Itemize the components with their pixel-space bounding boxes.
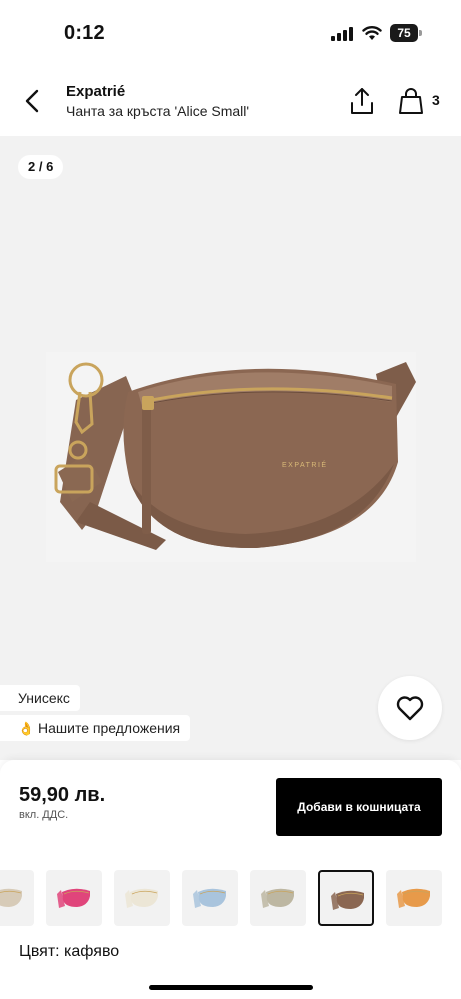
bag-thumbnail-icon	[0, 888, 22, 907]
price: 59,90 лв.	[19, 784, 106, 806]
bag-thumbnail-icon	[261, 888, 294, 908]
heart-icon	[396, 696, 424, 721]
color-swatch[interactable]	[386, 870, 442, 926]
bag-thumbnail-icon	[125, 888, 158, 908]
wishlist-button[interactable]	[378, 676, 442, 740]
battery-indicator: 75	[390, 24, 422, 42]
signal-icon	[331, 27, 353, 41]
offers-tag[interactable]: 👌 Нашите предложения	[0, 715, 191, 741]
vat-note: вкл. ДДС.	[19, 809, 69, 821]
color-swatch[interactable]	[250, 870, 306, 926]
cart-count-badge[interactable]: 3	[432, 92, 440, 108]
brand-name[interactable]: Expatrié	[66, 83, 125, 100]
color-swatch[interactable]	[182, 870, 238, 926]
product-name: Чанта за кръста 'Alice Small'	[66, 103, 250, 119]
status-time: 0:12	[64, 22, 105, 44]
battery-level: 75	[390, 24, 418, 42]
bag-thumbnail-icon	[57, 888, 90, 908]
bag-logo-text: EXPATRIÉ	[282, 460, 328, 469]
add-to-cart-button[interactable]: Добави в кошницата	[276, 778, 442, 836]
color-swatch[interactable]	[318, 870, 374, 926]
product-image[interactable]: EXPATRIÉ	[46, 352, 416, 562]
bag-thumbnail-icon	[331, 890, 364, 910]
selected-color-label: Цвят: кафяво	[19, 943, 120, 960]
status-bar: 0:12 75	[0, 0, 461, 66]
color-swatch[interactable]	[114, 870, 170, 926]
offers-tag-label: Нашите предложения	[38, 720, 181, 736]
share-icon[interactable]	[349, 87, 375, 115]
wifi-icon	[362, 26, 382, 40]
color-swatch[interactable]	[46, 870, 102, 926]
ok-hand-icon: 👌	[18, 721, 35, 736]
shopping-bag-icon[interactable]	[398, 87, 424, 115]
color-swatches	[0, 870, 461, 928]
back-icon[interactable]	[20, 88, 46, 114]
home-indicator	[149, 985, 313, 990]
bag-thumbnail-icon	[397, 888, 430, 908]
unisex-tag: Унисекс	[0, 685, 80, 711]
purchase-panel: 59,90 лв. вкл. ДДС. Добави в кошницата Ц…	[0, 760, 461, 999]
image-pager: 2 / 6	[18, 155, 64, 179]
color-swatch[interactable]	[0, 870, 34, 926]
nav-bar: Expatrié Чанта за кръста 'Alice Small' 3	[0, 66, 461, 136]
bag-thumbnail-icon	[193, 888, 226, 908]
product-gallery[interactable]: 2 / 6 EXPATRIÉ Унисекс 👌 Нашите предложен…	[0, 136, 461, 760]
